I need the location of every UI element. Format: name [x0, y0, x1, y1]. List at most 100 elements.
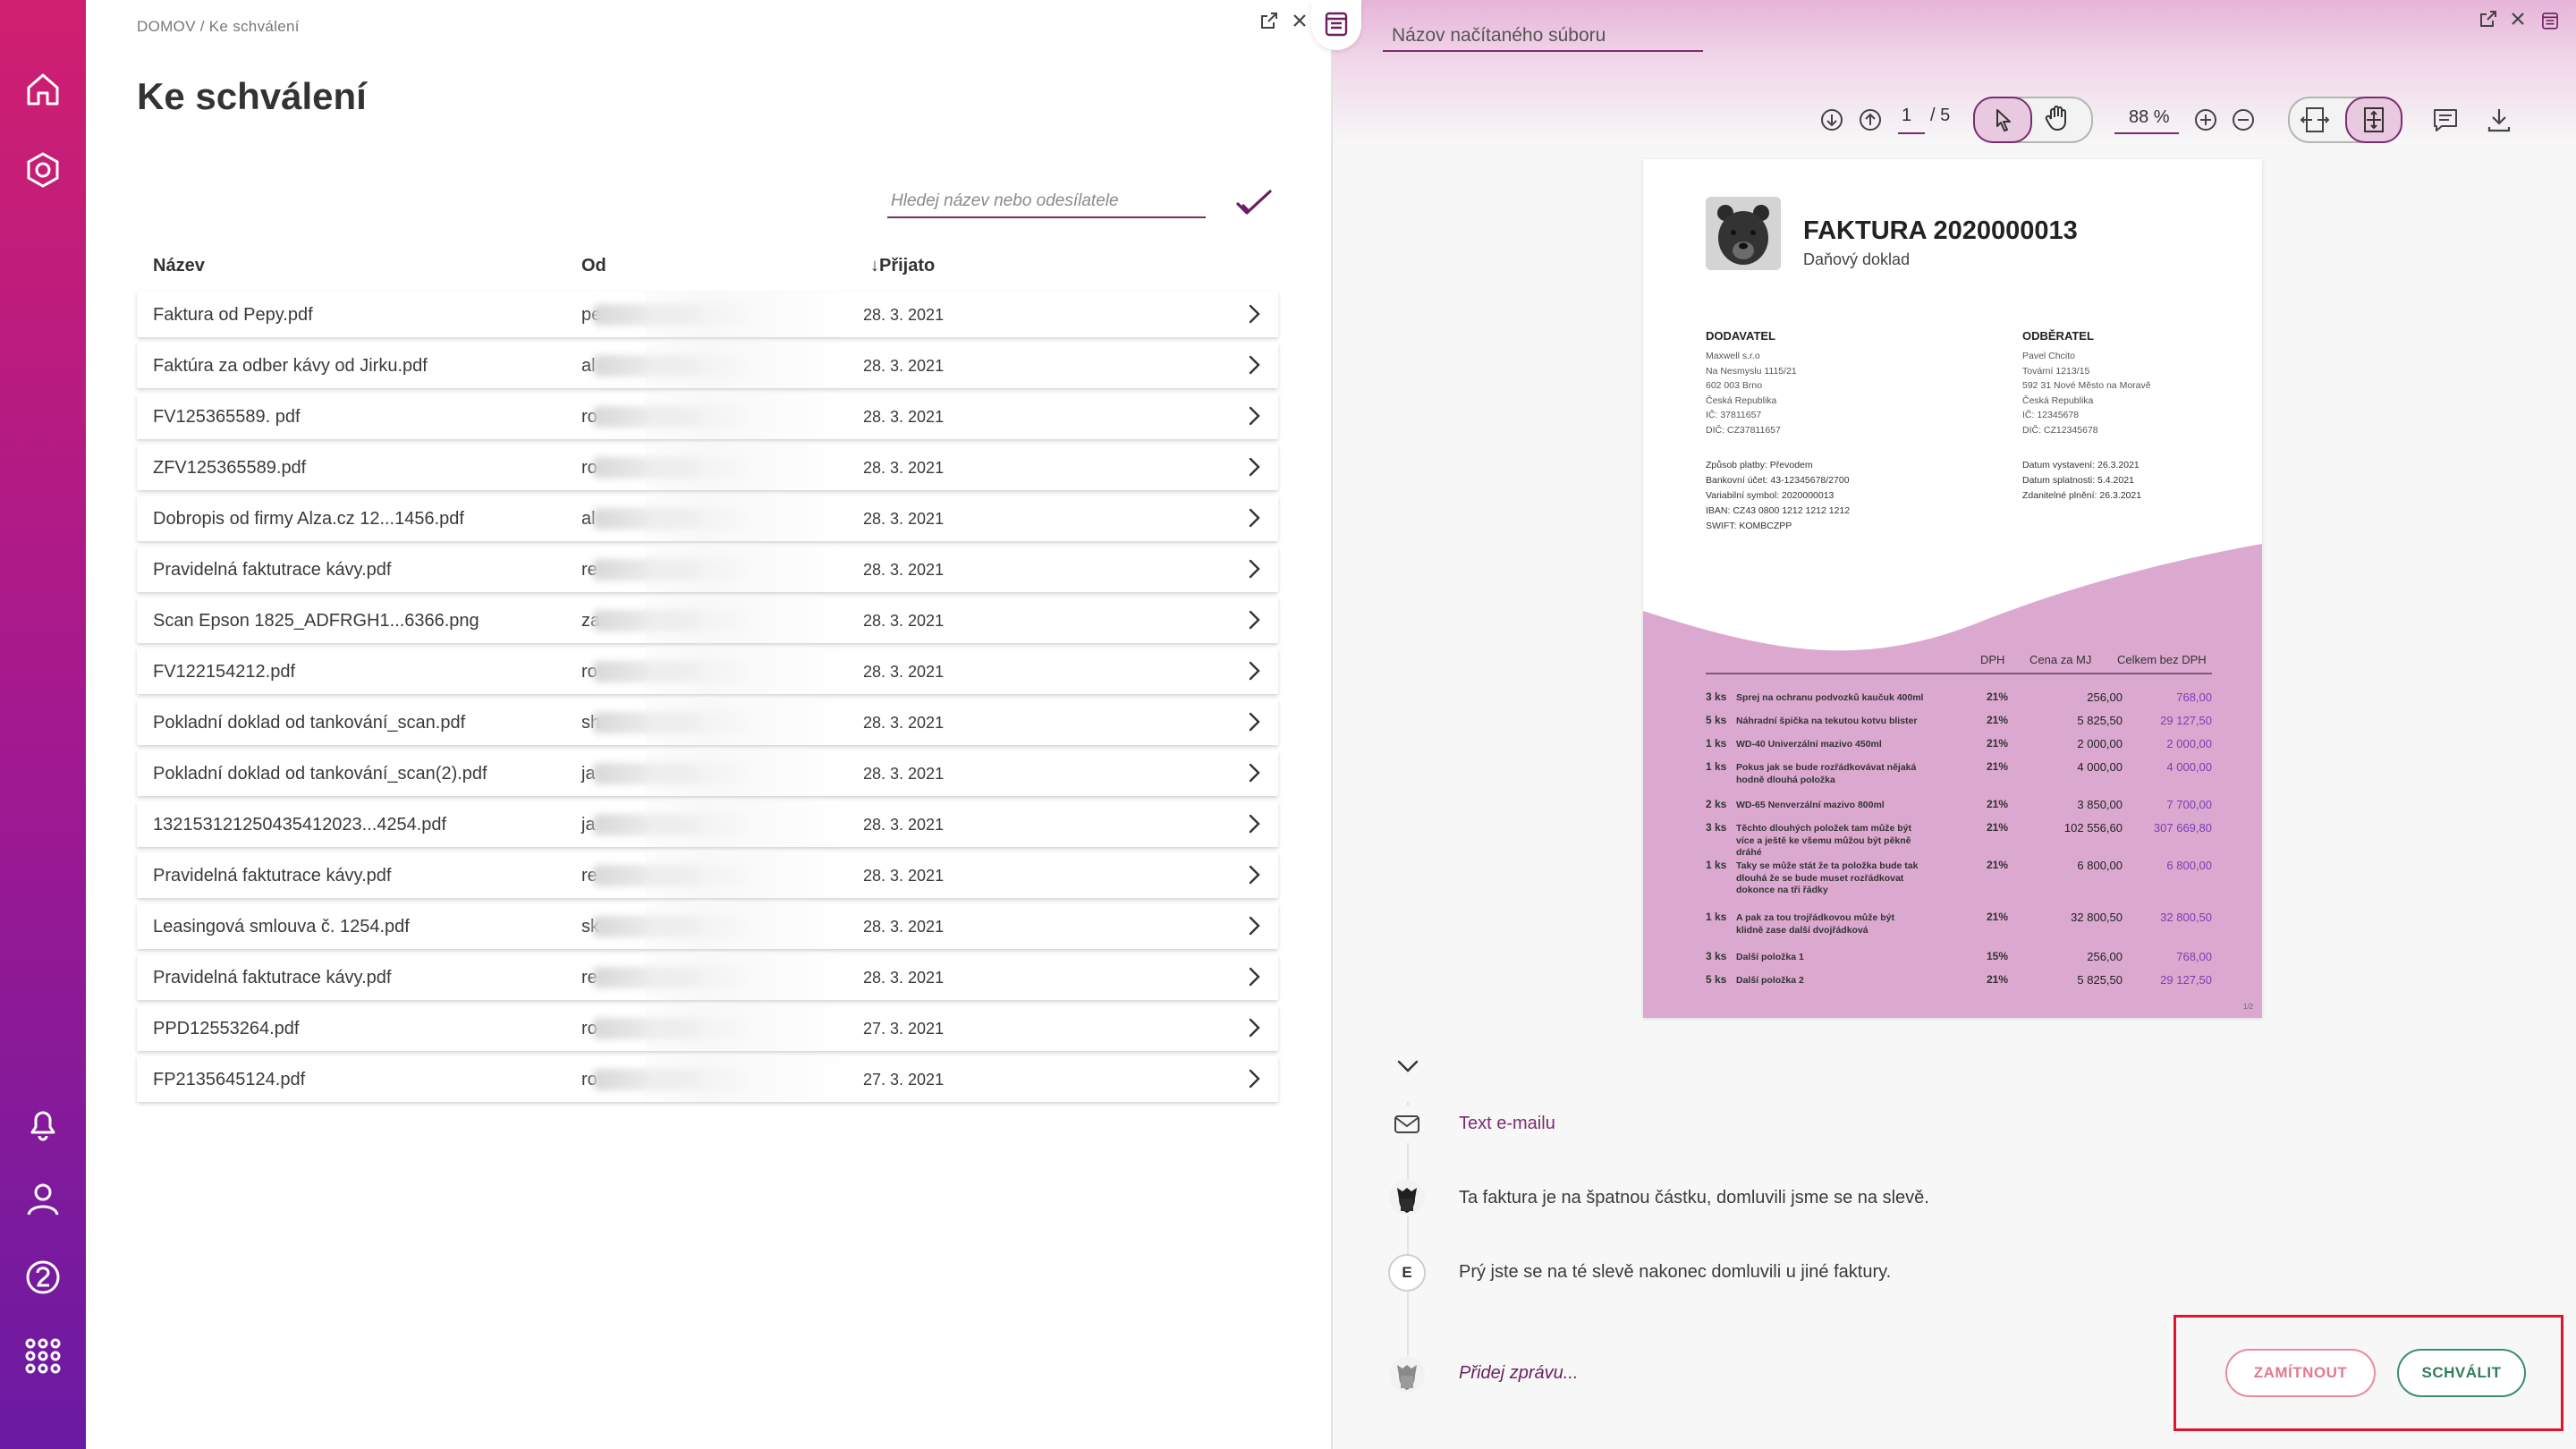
table-row[interactable]: FV125365589. pdf ro 28. 3. 2021: [137, 394, 1278, 439]
table-row[interactable]: Pokladní doklad od tankování_scan(2).pdf…: [137, 750, 1278, 796]
table-row[interactable]: Pravidelná faktutrace kávy.pdf re 28. 3.…: [137, 547, 1278, 592]
chevron-right-icon[interactable]: [1242, 965, 1266, 988]
row-file-name: Dobropis od firmy Alza.cz 12...1456.pdf: [153, 509, 464, 529]
close-icon[interactable]: [1290, 11, 1309, 30]
fit-width-icon[interactable]: [2299, 104, 2331, 136]
table-row[interactable]: Leasingová smlouva č. 1254.pdf sk 28. 3.…: [137, 903, 1278, 949]
bell-icon[interactable]: [21, 1102, 64, 1145]
chevron-right-icon[interactable]: [1242, 1016, 1266, 1039]
search-input[interactable]: [887, 188, 1206, 215]
chevron-right-icon[interactable]: [1242, 863, 1266, 886]
home-icon[interactable]: [21, 68, 64, 111]
table-row[interactable]: Dobropis od firmy Alza.cz 12...1456.pdf …: [137, 496, 1278, 541]
add-message-input[interactable]: Přidej zprávu...: [1459, 1363, 1578, 1384]
chevron-right-icon[interactable]: [1242, 710, 1266, 733]
chevron-right-icon[interactable]: [1242, 353, 1266, 377]
row-file-name: Pravidelná faktutrace kávy.pdf: [153, 560, 392, 580]
item-quantity: 5 ks: [1706, 973, 1727, 986]
split-view-toggle[interactable]: [1311, 0, 1361, 50]
table-row[interactable]: FV122154212.pdf ro 28. 3. 2021: [137, 648, 1278, 694]
column-header-name[interactable]: Název: [153, 256, 205, 276]
chevron-right-icon[interactable]: [1242, 1067, 1266, 1090]
table-row[interactable]: Pokladní doklad od tankování_scan.pdf sh…: [137, 699, 1278, 745]
row-file-name: Pokladní doklad od tankování_scan.pdf: [153, 713, 466, 733]
table-row[interactable]: Faktura od Pepy.pdf pe 28. 3. 2021: [137, 292, 1278, 337]
table-row[interactable]: 132153121250435412023...4254.pdf ja 28. …: [137, 801, 1278, 847]
notes-icon[interactable]: [2540, 11, 2567, 38]
chevron-right-icon[interactable]: [1242, 812, 1266, 835]
fit-page-button[interactable]: [2345, 97, 2402, 143]
page-number-input[interactable]: 1: [1902, 106, 1911, 126]
row-received-date: 28. 3. 2021: [863, 459, 945, 477]
table-row[interactable]: Pravidelná faktutrace kávy.pdf re 28. 3.…: [137, 954, 1278, 1000]
zoom-out-icon[interactable]: [2231, 107, 2256, 132]
row-file-name: Scan Epson 1825_ADFRGH1...6366.png: [153, 611, 479, 631]
table-row[interactable]: FP2135645124.pdf ro 27. 3. 2021: [137, 1056, 1278, 1102]
chevron-right-icon[interactable]: [1242, 404, 1266, 428]
open-external-icon[interactable]: [1259, 11, 1279, 30]
arrow-down-circle-icon[interactable]: [1819, 107, 1844, 132]
download-icon[interactable]: [2485, 106, 2513, 134]
chevron-right-icon[interactable]: [1242, 761, 1266, 784]
checkmark-icon[interactable]: [1234, 186, 1274, 222]
sender-redacted-overlay: [645, 852, 845, 898]
item-unit-price: 3 850,00: [2077, 798, 2123, 811]
row-received-date: 28. 3. 2021: [863, 510, 945, 528]
item-vat: 21%: [1987, 714, 2009, 726]
row-received-date: 28. 3. 2021: [863, 357, 945, 375]
chevron-down-icon[interactable]: [1395, 1055, 1420, 1077]
item-vat: 21%: [1987, 798, 2009, 810]
table-row[interactable]: Scan Epson 1825_ADFRGH1...6366.png za 28…: [137, 597, 1278, 643]
apps-grid-icon[interactable]: [21, 1335, 64, 1377]
chevron-right-icon[interactable]: [1242, 302, 1266, 326]
table-row[interactable]: PPD12553264.pdf ro 27. 3. 2021: [137, 1005, 1278, 1051]
item-vat: 21%: [1987, 760, 2009, 773]
customer-heading: ODBĚRATEL: [2022, 329, 2094, 343]
zoom-in-icon[interactable]: [2193, 107, 2218, 132]
row-file-name: PPD12553264.pdf: [153, 1019, 300, 1038]
row-file-name: Pravidelná faktutrace kávy.pdf: [153, 968, 392, 987]
sender-redacted-overlay: [645, 954, 845, 1000]
supplier-line: Maxwell s.r.o: [1706, 351, 1760, 361]
reject-button[interactable]: ZAMÍTNOUT: [2225, 1349, 2376, 1397]
chevron-right-icon[interactable]: [1242, 659, 1266, 682]
email-text-link[interactable]: Text e-mailu: [1459, 1114, 1555, 1134]
chevron-right-icon[interactable]: [1242, 914, 1266, 937]
column-header-received[interactable]: ↓Přijato: [870, 256, 935, 276]
close-icon[interactable]: [2508, 9, 2528, 29]
approve-button[interactable]: SCHVÁLIT: [2397, 1349, 2526, 1397]
hand-pan-icon[interactable]: [2043, 104, 2072, 132]
item-description: Další položka 2: [1736, 975, 1804, 986]
table-row[interactable]: Faktúra za odber kávy od Jirku.pdf al 28…: [137, 343, 1278, 388]
help-icon[interactable]: [21, 1256, 64, 1299]
file-title[interactable]: Názov načítaného súboru: [1392, 25, 1606, 47]
zoom-level[interactable]: 88 %: [2129, 107, 2170, 128]
item-quantity: 2 ks: [1706, 798, 1727, 810]
invoice-document[interactable]: FAKTURA 2020000013 Daňový doklad DODAVAT…: [1643, 159, 2262, 1018]
item-total: 6 800,00: [2166, 859, 2212, 872]
item-unit-price: 2 000,00: [2077, 737, 2123, 750]
item-description: Sprej na ochranu podvozků kaučuk 400ml: [1736, 692, 1924, 703]
item-vat: 21%: [1987, 973, 2009, 986]
chevron-right-icon[interactable]: [1242, 506, 1266, 530]
table-row[interactable]: Pravidelná faktutrace kávy.pdf re 28. 3.…: [137, 852, 1278, 898]
comments-icon[interactable]: [2431, 106, 2460, 134]
chevron-right-icon[interactable]: [1242, 557, 1266, 580]
items-header-total: Celkem bez DPH: [2117, 653, 2207, 666]
chevron-right-icon[interactable]: [1242, 608, 1266, 631]
row-received-date: 28. 3. 2021: [863, 918, 945, 936]
user-icon[interactable]: [21, 1177, 64, 1220]
open-external-icon[interactable]: [2479, 9, 2498, 29]
sender-redacted-overlay: [645, 547, 845, 592]
table-row[interactable]: ZFV125365589.pdf ro 28. 3. 2021: [137, 445, 1278, 490]
row-received-date: 28. 3. 2021: [863, 561, 945, 579]
select-cursor-button[interactable]: [1973, 97, 2032, 143]
settings-hex-icon[interactable]: [21, 148, 64, 191]
item-quantity: 1 ks: [1706, 859, 1727, 871]
column-header-from[interactable]: Od: [581, 256, 606, 276]
arrow-up-circle-icon[interactable]: [1858, 107, 1883, 132]
date-line: Datum vystavení: 26.3.2021: [2022, 460, 2140, 470]
chevron-right-icon[interactable]: [1242, 455, 1266, 479]
breadcrumb[interactable]: DOMOV / Ke schválení: [137, 18, 300, 36]
nav-rail: [0, 0, 86, 1449]
